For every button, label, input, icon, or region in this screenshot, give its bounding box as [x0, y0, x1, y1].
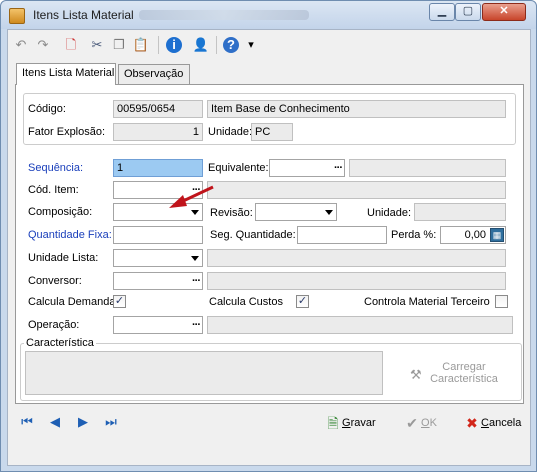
close-window-button[interactable]: ✕ [482, 3, 526, 21]
client-area: ↶ ↷ 🗋 ✂ ❐ 📋 i 👤 ? ▾ Itens Lista Material… [7, 29, 531, 466]
main-window: Itens Lista Material ▁ ▢ ✕ ↶ ↷ 🗋 ✂ ❐ 📋 i… [0, 0, 537, 472]
new-document-icon[interactable]: 🗋 [62, 36, 80, 54]
perda-label: Perda %: [391, 229, 437, 241]
seg-quantidade-input[interactable] [297, 226, 387, 244]
first-record-icon[interactable]: ⏮ [18, 413, 36, 431]
cod-item-description-field [207, 181, 506, 199]
cod-item-label: Cód. Item: [28, 184, 79, 196]
ellipsis-icon[interactable]: ··· [334, 160, 343, 176]
header-unidade-field: PC [251, 123, 293, 141]
ok-button[interactable]: ✔ OK [403, 413, 437, 433]
maximize-button[interactable]: ▢ [455, 3, 481, 21]
calcula-custos-label: Calcula Custos [209, 296, 283, 308]
fator-explosao-field: 1 [113, 123, 203, 141]
app-icon [9, 8, 25, 24]
revisao-select[interactable] [255, 203, 337, 221]
carregar-caracteristica-button[interactable]: ⚒ Carregar Característica [404, 361, 504, 391]
operacao-label: Operação: [28, 319, 80, 331]
quantidade-fixa-label: Quantidade Fixa: [28, 229, 112, 241]
codigo-field: 00595/0654 [113, 100, 203, 118]
unidade-lista-description-field [207, 249, 506, 267]
toolbar: ↶ ↷ 🗋 ✂ ❐ 📋 i 👤 ? ▾ [8, 30, 530, 60]
save-icon: 🗎 [327, 415, 339, 432]
controla-material-terceiro-checkbox[interactable] [495, 295, 508, 308]
tab-panel: Código: 00595/0654 Item Base de Conhecim… [15, 84, 524, 404]
composicao-select[interactable] [113, 203, 203, 221]
perda-input[interactable]: 0,00 ▦ [440, 226, 506, 244]
caracteristica-group-label: Característica [24, 337, 96, 349]
controla-material-terceiro-label: Controla Material Terceiro [364, 296, 490, 308]
equivalente-input[interactable]: ··· [269, 159, 345, 177]
cod-item-input[interactable]: ··· [113, 181, 203, 199]
gravar-button[interactable]: 🗎 Gravar [324, 413, 376, 433]
check-icon: ✔ [406, 415, 418, 432]
gravar-label-rest: ravar [350, 417, 376, 429]
fator-explosao-label: Fator Explosão: [28, 126, 106, 138]
cancela-label-rest: ancela [488, 417, 522, 429]
ellipsis-icon[interactable]: ··· [192, 317, 201, 333]
cancel-icon: ✖ [466, 415, 478, 432]
perda-value: 0,00 [464, 229, 486, 241]
paste-icon[interactable]: 📋 [132, 36, 150, 54]
info-icon[interactable]: i [166, 37, 182, 53]
sequencia-input[interactable]: 1 [113, 159, 203, 177]
unidade-lista-label: Unidade Lista: [28, 252, 99, 264]
bottom-bar: ⏮ ◀ ▶ ⏭ 🗎 Gravar ✔ OK ✖ Cancela [8, 408, 530, 438]
load-characteristic-icon: ⚒ [410, 367, 422, 382]
ellipsis-icon[interactable]: ··· [192, 273, 201, 289]
title-bar[interactable]: Itens Lista Material ▁ ▢ ✕ [1, 1, 536, 29]
caracteristica-area [25, 351, 383, 395]
undo-icon[interactable]: ↶ [12, 36, 30, 54]
header-unidade-label: Unidade: [208, 126, 253, 138]
cut-icon[interactable]: ✂ [88, 36, 106, 54]
seg-quantidade-label: Seg. Quantidade: [210, 229, 296, 241]
cancela-button[interactable]: ✖ Cancela [463, 413, 521, 433]
codigo-label: Código: [28, 103, 66, 115]
toolbar-separator [158, 36, 159, 54]
ok-label-rest: K [429, 417, 437, 429]
window-title: Itens Lista Material [33, 8, 134, 22]
redo-icon[interactable]: ↷ [34, 36, 52, 54]
ellipsis-icon[interactable]: ··· [192, 182, 201, 198]
tab-itens-lista-material[interactable]: Itens Lista Material [16, 63, 116, 85]
unidade-label: Unidade: [367, 207, 412, 219]
copy-icon[interactable]: ❐ [110, 36, 128, 54]
calcula-demanda-label: Calcula Demanda [28, 296, 116, 308]
cancela-mnemonic: C [481, 417, 489, 429]
gravar-mnemonic: G [342, 417, 351, 429]
unidade-field [414, 203, 506, 221]
chevron-down-icon[interactable] [325, 210, 333, 215]
minimize-button[interactable]: ▁ [429, 3, 455, 21]
equivalente-description-field [349, 159, 506, 177]
unidade-lista-select[interactable] [113, 249, 203, 267]
sequencia-label: Sequência: [28, 162, 84, 174]
composicao-label: Composição: [28, 206, 93, 218]
user-icon[interactable]: 👤 [192, 36, 210, 54]
conversor-label: Conversor: [28, 275, 82, 287]
chevron-down-icon[interactable]: ▾ [242, 36, 260, 54]
ok-mnemonic: O [421, 417, 430, 429]
operacao-description-field [207, 316, 513, 334]
conversor-description-field [207, 272, 506, 290]
quantidade-fixa-input[interactable] [113, 226, 203, 244]
chevron-down-icon[interactable] [191, 210, 199, 215]
help-icon[interactable]: ? [223, 37, 239, 53]
codigo-description-field: Item Base de Conhecimento [207, 100, 506, 118]
next-record-icon[interactable]: ▶ [74, 413, 92, 431]
title-extra-blurred [139, 10, 309, 20]
equivalente-label: Equivalente: [208, 162, 269, 174]
tab-observacao[interactable]: Observação [118, 64, 190, 84]
revisao-label: Revisão: [210, 207, 253, 219]
calcula-demanda-checkbox[interactable]: ✓ [113, 295, 126, 308]
toolbar-separator [216, 36, 217, 54]
conversor-input[interactable]: ··· [113, 272, 203, 290]
last-record-icon[interactable]: ⏭ [102, 413, 120, 431]
chevron-down-icon[interactable] [191, 256, 199, 261]
previous-record-icon[interactable]: ◀ [46, 413, 64, 431]
operacao-input[interactable]: ··· [113, 316, 203, 334]
calculator-icon[interactable]: ▦ [490, 228, 504, 242]
calcula-custos-checkbox[interactable]: ✓ [296, 295, 309, 308]
